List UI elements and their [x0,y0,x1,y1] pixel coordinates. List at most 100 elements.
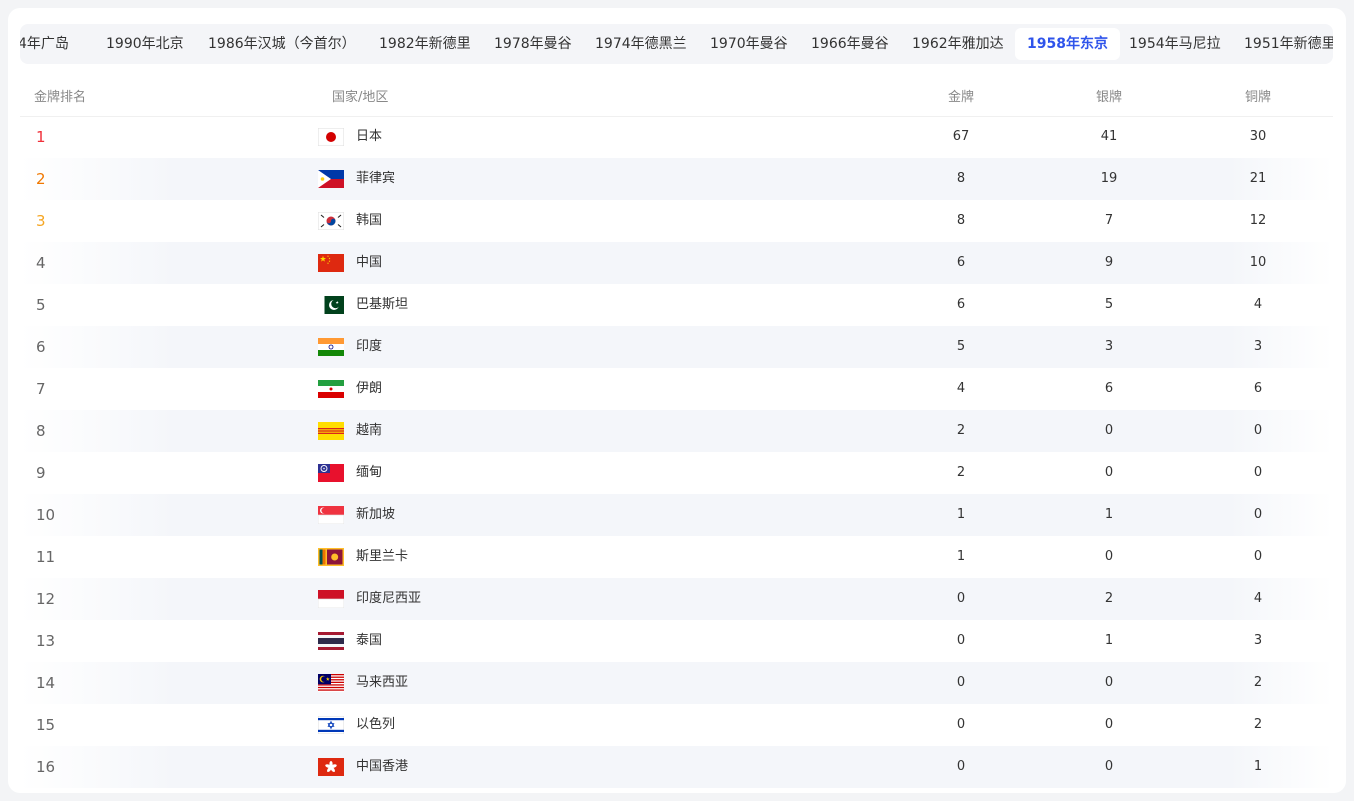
silver-count: 0 [1104,675,1114,690]
table-row: 11 斯里兰卡 1 0 0 [20,536,1333,578]
gold-count: 67 [952,129,970,144]
tab-games-0[interactable]: 4年广岛 [20,28,81,60]
silver-count: 7 [1104,213,1114,228]
table-row: 15 以色列 0 0 2 [20,704,1333,746]
bronze-count: 4 [1253,297,1263,312]
japan-flag-icon [318,128,344,146]
rank-cell: 8 [36,422,46,440]
bronze-count: 2 [1253,675,1263,690]
singapore-flag-icon [318,506,344,524]
silver-count: 0 [1104,423,1114,438]
country-name: 菲律宾 [356,171,396,186]
country-name: 缅甸 [356,465,383,480]
tab-games-9[interactable]: 1958年东京 [1015,28,1120,60]
rank-cell: 16 [36,758,56,776]
tab-games-1[interactable]: 1990年北京 [94,28,196,60]
rank-cell: 15 [36,716,56,734]
silver-count: 6 [1104,381,1114,396]
tab-games-7[interactable]: 1966年曼谷 [799,28,901,60]
country-name: 泰国 [356,633,383,648]
silver-count: 19 [1100,171,1118,186]
myanmar-flag-icon [318,464,344,482]
silver-count: 5 [1104,297,1114,312]
table-row: 8 越南 2 0 0 [20,410,1333,452]
thailand-flag-icon [318,632,344,650]
silver-count: 2 [1104,591,1114,606]
gold-count: 4 [956,381,966,396]
silver-count: 1 [1104,633,1114,648]
header-rank: 金牌排名 [34,90,87,105]
bronze-count: 0 [1253,423,1263,438]
table-row: 16 中国香港 0 0 1 [20,746,1333,788]
rank-cell: 10 [36,506,56,524]
rank-cell: 4 [36,254,46,272]
rank-cell: 5 [36,296,46,314]
silver-count: 9 [1104,255,1114,270]
bronze-count: 30 [1249,129,1267,144]
philippines-flag-icon [318,170,344,188]
rank-cell: 2 [36,170,46,188]
country-name: 越南 [356,423,383,438]
rank-cell: 12 [36,590,56,608]
bronze-count: 2 [1253,717,1263,732]
bronze-count: 0 [1253,507,1263,522]
gold-count: 0 [956,717,966,732]
gold-count: 8 [956,171,966,186]
rank-cell: 3 [36,212,46,230]
india-flag-icon [318,338,344,356]
country-name: 以色列 [356,717,396,732]
gold-count: 5 [956,339,966,354]
country-name: 斯里兰卡 [356,549,409,564]
table-row: 13 泰国 0 1 3 [20,620,1333,662]
tab-games-2[interactable]: 1986年汉城（今首尔） [196,28,368,60]
table-row: 1 日本 67 41 30 [20,116,1333,158]
bronze-count: 4 [1253,591,1263,606]
bronze-count: 12 [1249,213,1267,228]
silver-count: 0 [1104,759,1114,774]
china-flag-icon [318,254,344,272]
header-silver: 银牌 [1095,90,1122,105]
silver-count: 1 [1104,507,1114,522]
silver-count: 0 [1104,465,1114,480]
bronze-count: 0 [1253,549,1263,564]
bronze-count: 1 [1253,759,1263,774]
bronze-count: 3 [1253,339,1263,354]
gold-count: 1 [956,549,966,564]
hong-kong-flag-icon [318,758,344,776]
gold-count: 6 [956,297,966,312]
rank-cell: 7 [36,380,46,398]
silver-count: 0 [1104,549,1114,564]
country-name: 巴基斯坦 [356,297,409,312]
table-row: 10 新加坡 1 1 0 [20,494,1333,536]
bronze-count: 3 [1253,633,1263,648]
table-row: 9 缅甸 2 0 0 [20,452,1333,494]
table-row: 3 韩国 8 7 12 [20,200,1333,242]
header-bronze: 铜牌 [1244,90,1271,105]
table-row: 6 印度 5 3 3 [20,326,1333,368]
tab-games-11[interactable]: 1951年新德里 [1232,28,1333,60]
tab-games-5[interactable]: 1974年德黑兰 [583,28,699,60]
tab-games-3[interactable]: 1982年新德里 [367,28,483,60]
table-row: 12 印度尼西亚 0 2 4 [20,578,1333,620]
gold-count: 0 [956,591,966,606]
tab-games-4[interactable]: 1978年曼谷 [482,28,584,60]
country-name: 韩国 [356,213,383,228]
header-gold: 金牌 [947,90,974,105]
gold-count: 2 [956,423,966,438]
pakistan-flag-icon [318,296,344,314]
rank-cell: 6 [36,338,46,356]
country-name: 中国 [356,255,383,270]
gold-count: 6 [956,255,966,270]
silver-count: 0 [1104,717,1114,732]
country-name: 新加坡 [356,507,396,522]
tab-games-8[interactable]: 1962年雅加达 [900,28,1016,60]
country-name: 日本 [356,129,383,144]
table-row: 2 菲律宾 8 19 21 [20,158,1333,200]
rank-cell: 9 [36,464,46,482]
malaysia-flag-icon [318,674,344,692]
games-tab-bar[interactable]: 4年广岛 1990年北京 1986年汉城（今首尔） 1982年新德里 1978年曼谷 19… [20,24,1333,64]
tab-games-6[interactable]: 1970年曼谷 [698,28,800,60]
bronze-count: 21 [1249,171,1267,186]
tab-games-10[interactable]: 1954年马尼拉 [1117,28,1233,60]
gold-count: 2 [956,465,966,480]
